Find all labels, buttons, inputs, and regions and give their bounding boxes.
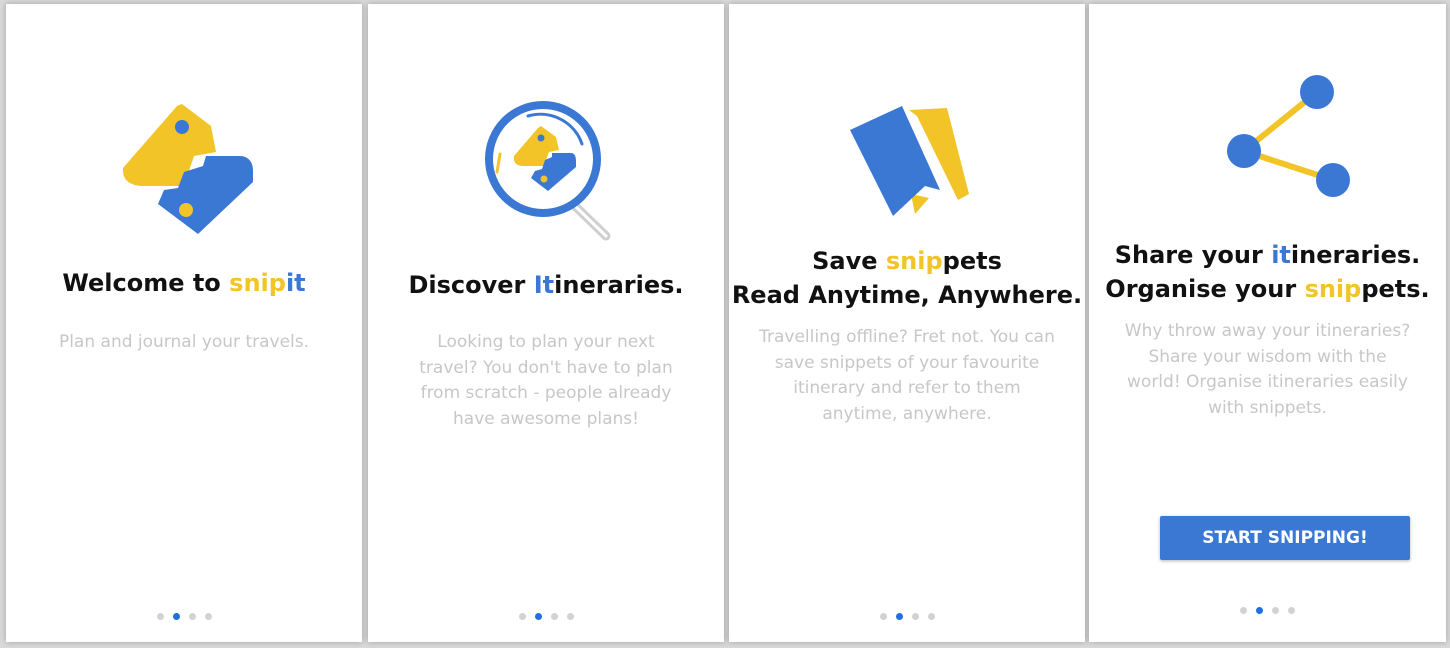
onboarding-screen-share: Share your itineraries. Organise your sn…	[1089, 4, 1446, 642]
page-dot-active[interactable]	[172, 613, 180, 620]
page-indicator	[1089, 607, 1446, 614]
page-title: Share your itineraries. Organise your sn…	[1089, 238, 1446, 306]
page-description: Travelling offline? Fret not. You can sa…	[759, 327, 1055, 424]
page-title: Save snippets Read Anytime, Anywhere.	[729, 244, 1085, 312]
onboarding-screen-discover: Discover Itineraries. Looking to plan yo…	[368, 4, 724, 642]
page-dot[interactable]	[550, 613, 558, 620]
onboarding-screen-welcome: Welcome to snipit Plan and journal your …	[6, 4, 362, 642]
page-title-line1: Save snippets	[812, 247, 1002, 275]
magnifier-icon	[485, 101, 611, 241]
start-snipping-button[interactable]: START SNIPPING!	[1160, 516, 1410, 560]
page-dot[interactable]	[1240, 607, 1247, 614]
page-indicator	[6, 613, 362, 620]
page-title: Welcome to snipit	[62, 269, 306, 297]
page-title: Discover Itineraries.	[408, 271, 684, 299]
onboarding-stage: Welcome to snipit Plan and journal your …	[0, 0, 1450, 648]
page-dot[interactable]	[156, 613, 164, 620]
page-dot[interactable]	[518, 613, 526, 620]
page-description: Why throw away your itineraries? Share y…	[1124, 321, 1411, 418]
page-indicator	[368, 613, 724, 620]
page-dot[interactable]	[927, 613, 935, 620]
page-dot[interactable]	[1272, 607, 1279, 614]
page-dot-active[interactable]	[895, 613, 903, 620]
page-dot-active[interactable]	[534, 613, 542, 620]
onboarding-screen-save: Save snippets Read Anytime, Anywhere. Tr…	[729, 4, 1085, 642]
page-description: Looking to plan your next travel? You do…	[419, 332, 673, 429]
page-indicator	[729, 613, 1085, 620]
page-dot[interactable]	[911, 613, 919, 620]
page-dot[interactable]	[1288, 607, 1295, 614]
page-title-line2: Organise your snippets.	[1105, 275, 1430, 303]
page-description: Plan and journal your travels.	[58, 332, 310, 352]
page-dot[interactable]	[204, 613, 212, 620]
bookmark-icon	[850, 106, 969, 216]
page-dot-active[interactable]	[1256, 607, 1263, 614]
page-dot[interactable]	[566, 613, 574, 620]
page-title-line2: Read Anytime, Anywhere.	[731, 281, 1083, 309]
page-title-line1: Share your itineraries.	[1114, 241, 1421, 269]
page-dot[interactable]	[188, 613, 196, 620]
page-dot[interactable]	[879, 613, 887, 620]
share-icon	[1227, 75, 1350, 197]
snipit-logo-icon	[122, 104, 253, 234]
